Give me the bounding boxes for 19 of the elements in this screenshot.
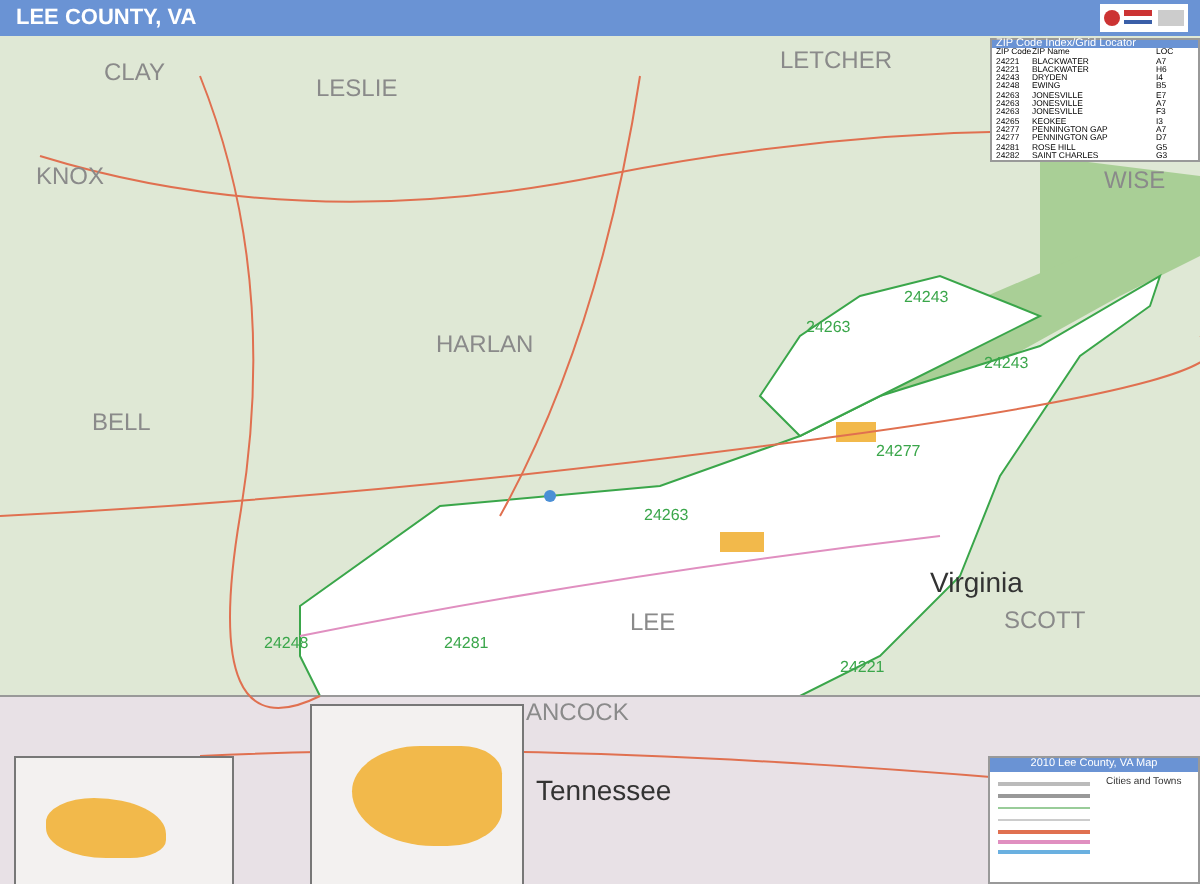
county-label: ANCOCK xyxy=(526,700,629,724)
logo-icon xyxy=(1100,4,1188,32)
county-label: HARLAN xyxy=(436,332,534,356)
zip-code-label: 24263 xyxy=(644,508,689,524)
county-label: CLAY xyxy=(104,60,165,84)
county-label: LETCHER xyxy=(780,48,893,72)
county-label: LESLIE xyxy=(316,76,398,100)
legend-lines-drawing xyxy=(994,776,1094,856)
county-label: WISE xyxy=(1104,168,1166,192)
map-title: LEE COUNTY, VA xyxy=(16,6,197,30)
zip-code-label: 24277 xyxy=(876,444,921,460)
county-label: KNOX xyxy=(36,164,105,188)
county-label: LEE xyxy=(630,610,676,634)
state-label: Tennessee xyxy=(536,776,672,804)
zip-code-label: 24281 xyxy=(444,636,489,652)
zip-code-label: 24243 xyxy=(904,290,949,306)
county-label: SCOTT xyxy=(1004,608,1086,632)
zip-code-label: 24243 xyxy=(984,356,1029,372)
county-label: BELL xyxy=(92,410,151,434)
